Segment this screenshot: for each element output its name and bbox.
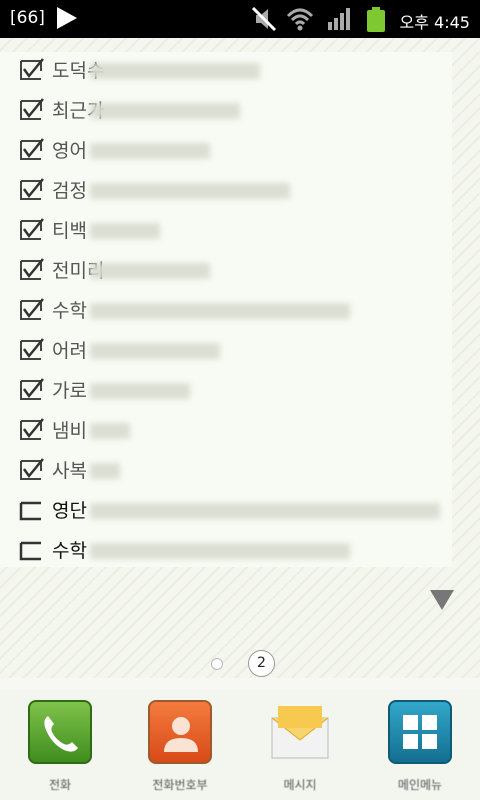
checkbox-checked-icon[interactable] (18, 98, 45, 122)
dock-main-menu[interactable]: 메인메뉴 (375, 700, 465, 798)
blurred-text (90, 383, 190, 399)
blurred-text (90, 183, 290, 199)
memo-item[interactable]: 어려 (18, 334, 448, 368)
apps-icon (388, 700, 452, 764)
memo-item[interactable]: 수학 (18, 534, 448, 568)
blurred-text (90, 103, 240, 119)
memo-item[interactable]: 영단 (18, 494, 448, 528)
checkbox-checked-icon[interactable] (18, 458, 45, 482)
dock-label: 전화번호부 (152, 778, 208, 792)
checkbox-checked-icon[interactable] (18, 418, 45, 442)
memo-item-label: 가로 (52, 380, 87, 402)
memo-item-label: 영단 (52, 500, 87, 522)
memo-item[interactable]: 티백 (18, 214, 448, 248)
memo-item[interactable]: 영어 (18, 134, 448, 168)
checkbox-checked-icon[interactable] (18, 178, 45, 202)
clock: 오후 4:45 (399, 13, 470, 32)
message-icon (268, 700, 332, 764)
blurred-text (90, 543, 350, 559)
memo-item-label: 수학 (52, 300, 87, 322)
blurred-text (90, 63, 260, 79)
checkbox-checked-icon[interactable] (18, 338, 45, 362)
memo-item[interactable]: 검정 (18, 174, 448, 208)
scroll-down-arrow-icon[interactable] (430, 590, 454, 610)
checkbox-checked-icon[interactable] (18, 298, 45, 322)
memo-item[interactable]: 사복 (18, 454, 448, 488)
phone-icon (28, 700, 92, 764)
memo-item[interactable]: 냄비 (18, 414, 448, 448)
app-dock: 전화 전화번호부 메시지 메인메뉴 (0, 690, 480, 800)
dock-label: 메시지 (283, 778, 317, 792)
blurred-text (90, 423, 130, 439)
memo-item[interactable]: 수학 (18, 294, 448, 328)
memo-item-label: 어려 (52, 340, 87, 362)
memo-item-label: 검정 (52, 180, 87, 202)
notification-count-badge: [66] (10, 8, 45, 28)
blurred-text (90, 143, 210, 159)
contacts-icon (148, 700, 212, 764)
checkbox-checked-icon[interactable] (18, 258, 45, 282)
memo-item-label: 티백 (52, 220, 87, 242)
status-bar: [66] 오후 4:45 (0, 0, 480, 38)
memo-item-label: 냄비 (52, 420, 87, 442)
dock-phone[interactable]: 전화 (15, 700, 105, 798)
checkbox-checked-icon[interactable] (18, 218, 45, 242)
silent-mode-icon (251, 6, 277, 32)
blurred-text (90, 223, 160, 239)
dock-messages[interactable]: 메시지 (255, 700, 345, 798)
wifi-icon (286, 8, 314, 31)
play-icon (57, 7, 77, 29)
page-indicator-inactive[interactable] (211, 658, 223, 670)
dock-contacts[interactable]: 전화번호부 (135, 700, 225, 798)
memo-item[interactable]: 도덕수 (18, 54, 448, 88)
memo-item-label: 수학 (52, 540, 87, 562)
memo-item-label: 영어 (52, 140, 87, 162)
memo-item[interactable]: 전미리 (18, 254, 448, 288)
checkbox-unchecked-icon[interactable] (18, 538, 45, 562)
blurred-text (90, 463, 120, 479)
memo-item[interactable]: 가로 (18, 374, 448, 408)
blurred-text (90, 303, 350, 319)
dock-label: 메인메뉴 (397, 778, 443, 792)
blurred-text (90, 263, 210, 279)
signal-strength-icon (328, 8, 350, 30)
memo-item-label: 사복 (52, 460, 87, 482)
blurred-text (90, 503, 440, 519)
battery-icon (367, 7, 385, 32)
dock-label: 전화 (48, 778, 72, 792)
checkbox-checked-icon[interactable] (18, 378, 45, 402)
blurred-text (90, 343, 220, 359)
checkbox-checked-icon[interactable] (18, 58, 45, 82)
checkbox-checked-icon[interactable] (18, 138, 45, 162)
memo-item[interactable]: 최근가 (18, 94, 448, 128)
checkbox-unchecked-icon[interactable] (18, 498, 45, 522)
page-indicator-current[interactable]: 2 (248, 650, 275, 677)
